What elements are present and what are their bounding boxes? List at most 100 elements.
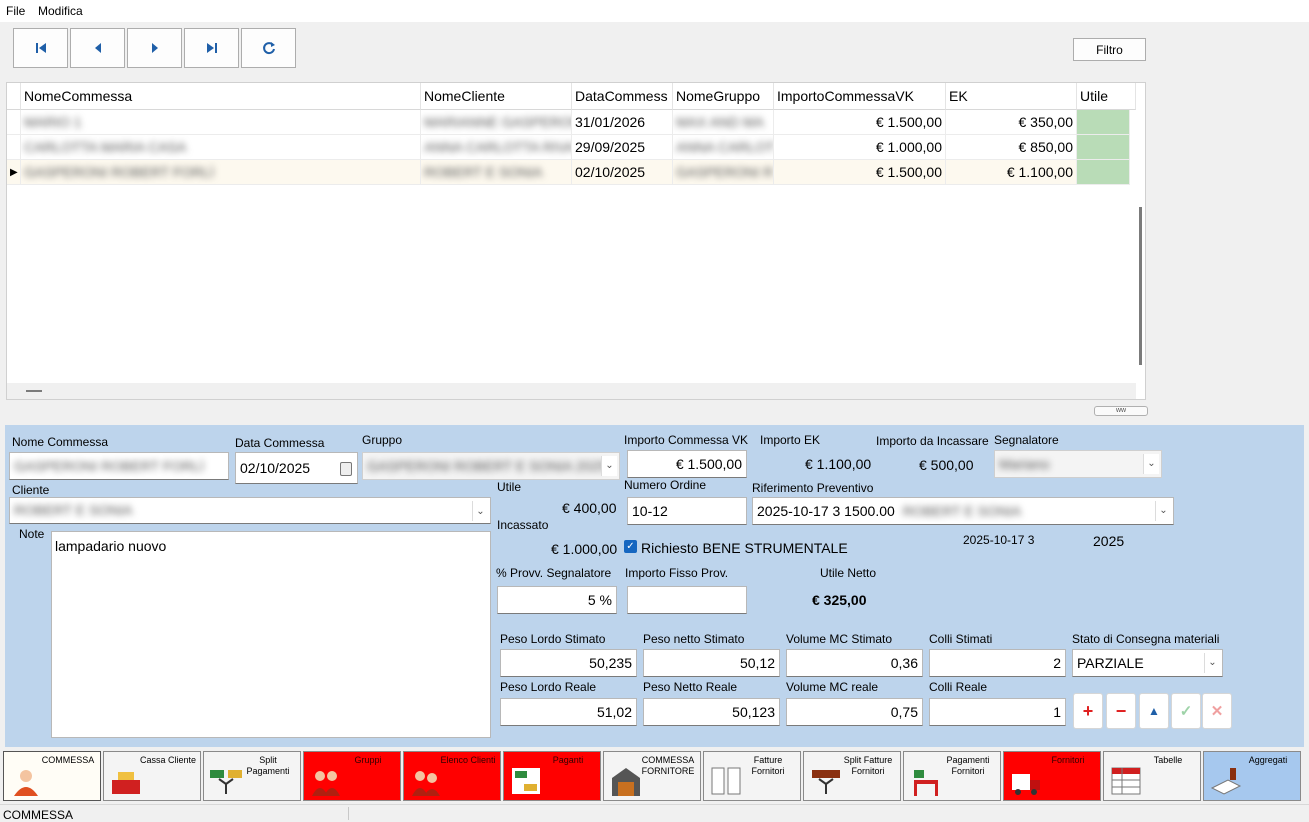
- column-header-nomecliente[interactable]: NomeCliente: [421, 83, 572, 110]
- colli-reale-field[interactable]: 1: [929, 698, 1066, 726]
- cell-ek[interactable]: € 1.100,00: [946, 160, 1077, 185]
- cancel-button[interactable]: ✕: [1202, 693, 1232, 729]
- horizontal-scrollbar[interactable]: [7, 383, 1136, 399]
- move-up-button[interactable]: ▲: [1139, 693, 1169, 729]
- last-record-button[interactable]: [184, 28, 239, 68]
- horizontal-scroll-thumb[interactable]: [26, 390, 42, 392]
- colli-stimati-field[interactable]: 2: [929, 649, 1066, 677]
- add-button[interactable]: +: [1073, 693, 1103, 729]
- table-cell[interactable]: ROBERT E SONIA: [421, 160, 572, 185]
- peso-lordo-reale-label: Peso Lordo Reale: [500, 680, 597, 694]
- splitter-handle[interactable]: ww: [1094, 406, 1148, 416]
- cell-importovk[interactable]: € 1.000,00: [774, 135, 946, 160]
- tab-split-fatture-fornitori[interactable]: Split Fatture Fornitori: [803, 751, 901, 801]
- warehouse-icon: [612, 768, 640, 796]
- tab-pagamenti-fornitori[interactable]: Pagamenti Fornitori: [903, 751, 1001, 801]
- tab-label: Elenco Clienti: [440, 755, 496, 765]
- table-cell[interactable]: MAX AND MA: [673, 110, 774, 135]
- delete-button[interactable]: −: [1106, 693, 1136, 729]
- tab-gruppi[interactable]: Gruppi: [303, 751, 401, 801]
- stato-consegna-select[interactable]: PARZIALE ⌄: [1072, 649, 1223, 677]
- tab-cassa-cliente[interactable]: Cassa Cliente: [103, 751, 201, 801]
- column-header-nomecommessa[interactable]: NomeCommessa: [21, 83, 421, 110]
- cell-nomecommessa: GASPERONI ROBERT FORLÌ: [24, 164, 215, 180]
- rif-preventivo-date: 2025-10-17 3: [963, 533, 1035, 547]
- note-textarea[interactable]: lampadario nuovo: [51, 531, 491, 738]
- tab-elenco-clienti[interactable]: Elenco Clienti: [403, 751, 501, 801]
- previous-record-button[interactable]: [70, 28, 125, 68]
- tab-paganti[interactable]: Paganti: [503, 751, 601, 801]
- cell-datacommessa[interactable]: 29/09/2025: [572, 135, 673, 160]
- tab-label: Pagamenti Fornitori: [946, 755, 990, 776]
- cell-ek[interactable]: € 350,00: [946, 110, 1077, 135]
- cell-utile[interactable]: [1077, 135, 1130, 160]
- column-header-ek[interactable]: EK: [946, 83, 1077, 110]
- table-cell[interactable]: MARIANNE GASPERONI: [421, 110, 572, 135]
- volume-stimato-label: Volume MC Stimato: [786, 632, 893, 646]
- peso-netto-stimato-field[interactable]: 50,12: [643, 649, 780, 677]
- calendar-icon[interactable]: [340, 462, 352, 476]
- cell-importovk[interactable]: € 1.500,00: [774, 110, 946, 135]
- segnalatore-select[interactable]: Mariano ⌄: [994, 450, 1162, 478]
- cell-utile[interactable]: [1077, 110, 1130, 135]
- chevron-down-icon[interactable]: ⌄: [601, 456, 617, 476]
- data-commessa-field[interactable]: 02/10/2025: [235, 452, 358, 484]
- table-cell[interactable]: ANNA CARLOT: [673, 135, 774, 160]
- commesse-grid[interactable]: NomeCommessa NomeCliente DataCommess Nom…: [6, 82, 1146, 400]
- provv-segnalatore-field[interactable]: 5 %: [497, 586, 617, 614]
- peso-lordo-reale-field[interactable]: 51,02: [500, 698, 637, 726]
- row-header[interactable]: [7, 110, 21, 135]
- cell-utile[interactable]: [1077, 160, 1130, 185]
- volume-stimato-field[interactable]: 0,36: [786, 649, 923, 677]
- tab-tabelle[interactable]: Tabelle: [1103, 751, 1201, 801]
- stato-consegna-label: Stato di Consegna materiali: [1072, 632, 1220, 646]
- nome-commessa-field[interactable]: GASPERONI ROBERT FORLÌ: [9, 452, 229, 480]
- column-header-importocommessavk[interactable]: ImportoCommessaVK: [774, 83, 946, 110]
- table-cell[interactable]: GASPERONI R: [673, 160, 774, 185]
- importo-fisso-field[interactable]: [627, 586, 747, 614]
- cell-datacommessa[interactable]: 02/10/2025: [572, 160, 673, 185]
- cell-datacommessa[interactable]: 31/01/2026: [572, 110, 673, 135]
- chevron-down-icon[interactable]: ⌄: [1143, 454, 1159, 474]
- chevron-down-icon[interactable]: ⌄: [1204, 653, 1220, 673]
- table-row[interactable]: GASPERONI ROBERT FORLÌ: [21, 160, 421, 185]
- refresh-button[interactable]: [241, 28, 296, 68]
- tab-commessa[interactable]: COMMESSA: [3, 751, 101, 801]
- gruppo-select[interactable]: GASPERONI ROBERT E SONIA 2025 ⌄: [362, 452, 620, 480]
- cell-ek[interactable]: € 850,00: [946, 135, 1077, 160]
- tab-split-pagamenti[interactable]: Split Pagamenti: [203, 751, 301, 801]
- tab-aggregati[interactable]: Aggregati: [1203, 751, 1301, 801]
- chevron-down-icon[interactable]: ⌄: [472, 501, 488, 521]
- row-selected-indicator[interactable]: ▶: [7, 160, 21, 185]
- bene-strumentale-checkbox[interactable]: ✓: [624, 540, 637, 553]
- tab-fornitori[interactable]: Fornitori: [1003, 751, 1101, 801]
- numero-ordine-field[interactable]: 10-12: [627, 497, 747, 525]
- table-cell[interactable]: ANNA CARLOTTA RIVA: [421, 135, 572, 160]
- cliente-select[interactable]: ROBERT E SONIA ⌄: [9, 497, 491, 524]
- peso-netto-reale-field[interactable]: 50,123: [643, 698, 780, 726]
- row-header[interactable]: [7, 135, 21, 160]
- filter-button[interactable]: Filtro: [1073, 38, 1146, 61]
- tab-commessa-fornitore[interactable]: COMMESSA FORNITORE: [603, 751, 701, 801]
- invoice-icon: [711, 767, 741, 795]
- chevron-down-icon[interactable]: ⌄: [1155, 501, 1171, 521]
- tab-fatture-fornitori[interactable]: Fatture Fornitori: [703, 751, 801, 801]
- cell-importovk[interactable]: € 1.500,00: [774, 160, 946, 185]
- segnalatore-value: Mariano: [999, 456, 1050, 472]
- rif-preventivo-select[interactable]: 2025-10-17 3 1500.00 ROBERT E SONIA ⌄: [752, 497, 1174, 525]
- next-record-button[interactable]: [127, 28, 182, 68]
- column-header-utile[interactable]: Utile: [1077, 83, 1136, 110]
- importo-vk-field[interactable]: € 1.500,00: [627, 450, 747, 478]
- table-row[interactable]: CARLOTTA MARIA CASA: [21, 135, 421, 160]
- vertical-scroll-thumb[interactable]: [1139, 207, 1142, 365]
- menu-file[interactable]: File: [6, 4, 25, 18]
- peso-lordo-stimato-field[interactable]: 50,235: [500, 649, 637, 677]
- column-header-datacommessa[interactable]: DataCommess: [572, 83, 673, 110]
- volume-reale-field[interactable]: 0,75: [786, 698, 923, 726]
- column-header-nomegruppo[interactable]: NomeGruppo: [673, 83, 774, 110]
- bene-strumentale-label[interactable]: Richiesto BENE STRUMENTALE: [641, 540, 848, 556]
- first-record-button[interactable]: [13, 28, 68, 68]
- menu-modifica[interactable]: Modifica: [38, 4, 83, 18]
- confirm-button[interactable]: ✓: [1171, 693, 1201, 729]
- table-row[interactable]: MARIO 1: [21, 110, 421, 135]
